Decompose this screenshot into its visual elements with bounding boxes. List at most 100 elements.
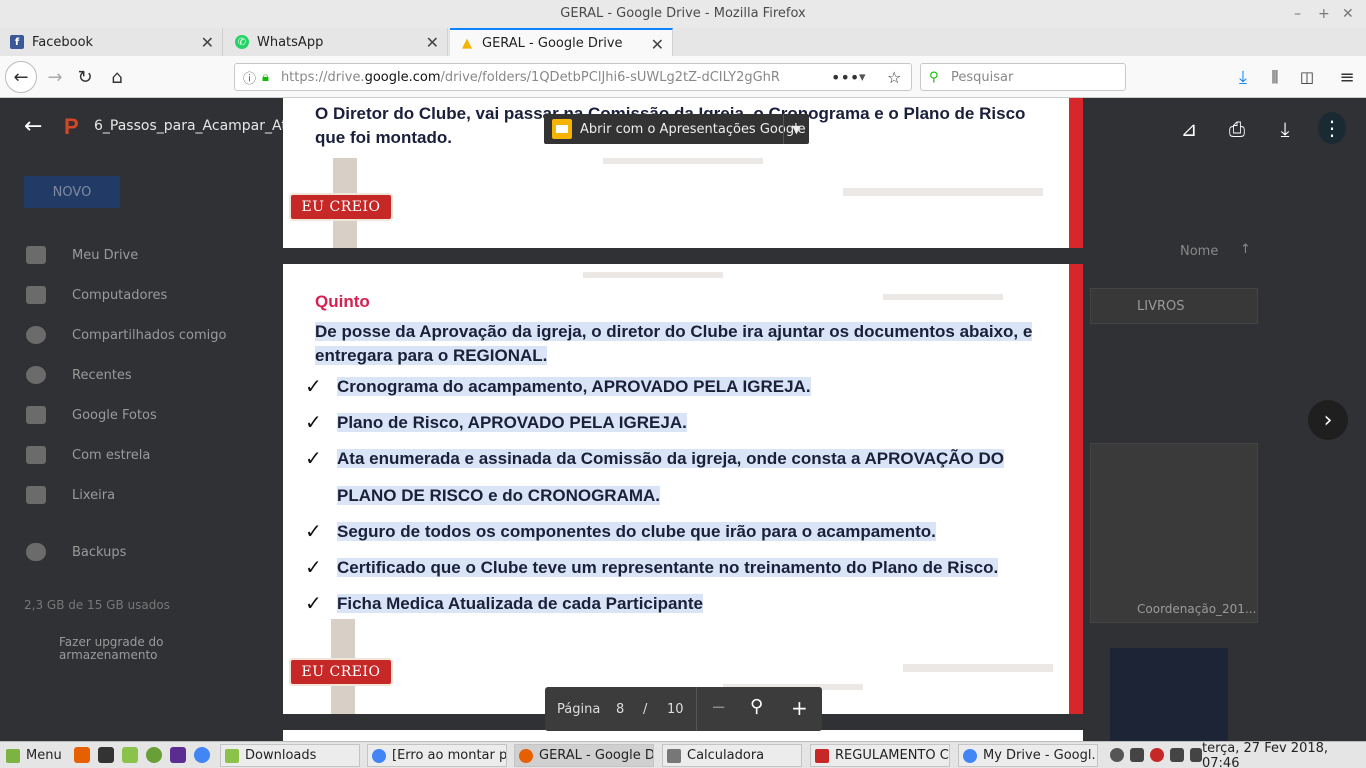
taskbar-window-regulamento[interactable]: REGULAMENTO C...: [810, 744, 950, 767]
close-window-icon[interactable]: ✕: [1342, 0, 1354, 28]
navigation-toolbar: ← → ↻ ⌂ ⓘ 🔒︎ https://drive. google.com/dr…: [0, 56, 1366, 98]
sidebar-item-shared[interactable]: Compartilhados comigo: [72, 328, 226, 343]
terminal-launcher-icon[interactable]: [98, 747, 114, 763]
firefox-launcher-icon[interactable]: [74, 747, 90, 763]
list-item-text: Cronograma do acampamento, APROVADO PELA…: [337, 377, 811, 396]
list-item: Cronograma do acampamento, APROVADO PELA…: [337, 377, 811, 397]
maximize-icon[interactable]: +: [1318, 0, 1330, 28]
bookmark-star-icon[interactable]: ☆: [887, 68, 901, 87]
tab-whatsapp[interactable]: ✆ WhatsApp ✕: [225, 28, 448, 56]
start-menu-button[interactable]: Menu: [2, 744, 62, 767]
upgrade-storage-link[interactable]: Fazer upgrade do armazenamento: [59, 636, 179, 662]
info-icon[interactable]: ⓘ: [243, 68, 256, 87]
add-to-drive-icon[interactable]: ⊿: [1176, 117, 1202, 141]
eu-creio-logo: EU CREIO: [289, 658, 393, 686]
divider: [696, 687, 697, 731]
home-button[interactable]: ⌂: [104, 64, 130, 90]
zoom-in-icon[interactable]: +: [791, 696, 808, 720]
window-label: GERAL - Google D...: [539, 748, 654, 763]
list-item: Ata enumerada e assinada da Comissão da …: [337, 449, 1004, 469]
sidebar-item-recent[interactable]: Recentes: [72, 368, 132, 383]
print-icon[interactable]: ⎙: [1224, 117, 1250, 141]
list-item-text: Seguro de todos os componentes do clube …: [337, 522, 936, 541]
intro-line1-text: De posse da Aprovação da igreja, o diret…: [315, 322, 1033, 341]
lock-icon: 🔒︎: [262, 69, 269, 85]
taskbar-window-downloads[interactable]: Downloads: [220, 744, 360, 767]
file-thumbnail-2[interactable]: [1110, 648, 1228, 741]
close-tab-icon[interactable]: ✕: [426, 33, 439, 52]
tab-google-drive[interactable]: ▲ GERAL - Google Drive ✕: [450, 28, 673, 56]
back-button[interactable]: ←: [5, 61, 37, 93]
zoom-icon[interactable]: ⚲: [750, 696, 763, 717]
shield-icon[interactable]: [1130, 748, 1144, 762]
chevron-down-icon[interactable]: ▼: [783, 114, 809, 144]
sidebar-item-my-drive[interactable]: Meu Drive: [72, 248, 138, 263]
close-tab-icon[interactable]: ✕: [201, 33, 214, 52]
tab-label: Facebook: [32, 34, 94, 50]
check-icon: ✓: [305, 446, 322, 470]
tab-facebook[interactable]: f Facebook ✕: [0, 28, 223, 56]
list-item: Ficha Medica Atualizada de cada Particip…: [337, 594, 703, 614]
folder-livros[interactable]: LIVROS: [1090, 288, 1258, 324]
reload-button[interactable]: ↻: [72, 64, 98, 90]
new-button[interactable]: NOVO: [24, 176, 120, 208]
zoom-out-icon[interactable]: −: [711, 697, 726, 718]
user-icon[interactable]: [1110, 748, 1124, 762]
more-options-icon[interactable]: ⋮: [1318, 112, 1346, 144]
back-arrow-icon[interactable]: ←: [24, 114, 42, 139]
taskbar-window-calculator[interactable]: Calculadora: [662, 744, 802, 767]
downloads-icon[interactable]: ⤓: [1230, 64, 1256, 90]
slide-9-partial: [283, 730, 1083, 741]
tab-label: WhatsApp: [257, 34, 324, 50]
storage-usage: 2,3 GB de 15 GB usados: [24, 598, 170, 612]
sidebar-item-computers[interactable]: Computadores: [72, 288, 167, 303]
sidebar-item-photos[interactable]: Google Fotos: [72, 408, 157, 423]
search-placeholder: Pesquisar: [951, 69, 1014, 85]
pocket-icon[interactable]: ▾: [859, 70, 866, 85]
next-page-button[interactable]: ›: [1308, 400, 1348, 440]
open-with-slides-button[interactable]: Abrir com o Apresentações Google ▼: [544, 114, 809, 144]
my-drive-icon: [26, 246, 46, 264]
clock[interactable]: terça, 27 Fev 2018, 07:46: [1198, 741, 1366, 768]
taskbar-window-chrome-error[interactable]: [Erro ao montar p...: [367, 744, 507, 767]
library-icon[interactable]: ⫼: [1262, 64, 1288, 90]
red-border: [1069, 264, 1083, 714]
star-icon: [26, 446, 46, 464]
sidebar-item-trash[interactable]: Lixeira: [72, 488, 115, 503]
check-icon: ✓: [305, 555, 322, 579]
page-total: 10: [667, 702, 684, 717]
file-label: Coordenação_201...: [1137, 602, 1257, 616]
taskbar-window-my-drive[interactable]: My Drive - Googl...: [958, 744, 1098, 767]
sort-by-name[interactable]: Nome: [1180, 244, 1218, 259]
chrome-launcher-icon[interactable]: [194, 747, 210, 763]
page-label: Página: [557, 702, 601, 717]
minimize-icon[interactable]: –: [1294, 0, 1301, 28]
sidebar-icon[interactable]: ◫: [1294, 64, 1320, 90]
intro-line2: entregara para o REGIONAL.: [315, 346, 548, 366]
sidebar-item-backups[interactable]: Backups: [72, 545, 126, 560]
url-path: /drive/folders/1QDetbPClJhi6-sUWLg2tZ-dC…: [440, 69, 780, 85]
open-with-label: Abrir com o Apresentações Google: [580, 121, 806, 137]
close-tab-icon[interactable]: ✕: [651, 35, 664, 54]
forward-button[interactable]: →: [42, 64, 68, 90]
address-bar[interactable]: ⓘ 🔒︎ https://drive. google.com/drive/fold…: [234, 63, 912, 91]
page-actions-icon[interactable]: •••: [831, 68, 859, 87]
sidebar-item-starred[interactable]: Com estrela: [72, 448, 150, 463]
android-launcher-icon[interactable]: [146, 747, 162, 763]
list-item-text: Certificado que o Clube teve um represen…: [337, 558, 999, 577]
firefox-icon: [519, 748, 533, 763]
wifi-icon[interactable]: [1170, 748, 1184, 762]
update-icon[interactable]: [1150, 748, 1164, 762]
sort-arrow-icon[interactable]: ↑: [1240, 242, 1251, 257]
page-current[interactable]: 8: [616, 702, 624, 717]
list-item-text: PLANO DE RISCO e do CRONOGRAMA.: [337, 486, 661, 505]
download-icon[interactable]: ⤓: [1272, 117, 1298, 141]
search-input[interactable]: ⚲ Pesquisar: [920, 63, 1126, 91]
file-thumbnail[interactable]: Coordenação_201...: [1090, 443, 1258, 623]
intro-line1: De posse da Aprovação da igreja, o diret…: [315, 322, 1033, 342]
phpstorm-launcher-icon[interactable]: [170, 747, 186, 763]
tab-strip: f Facebook ✕ ✆ WhatsApp ✕ ▲ GERAL - Goog…: [0, 28, 1366, 83]
taskbar-window-firefox-drive[interactable]: GERAL - Google D...: [514, 744, 654, 767]
files-launcher-icon[interactable]: [122, 747, 138, 763]
menu-icon[interactable]: ≡: [1334, 64, 1360, 90]
